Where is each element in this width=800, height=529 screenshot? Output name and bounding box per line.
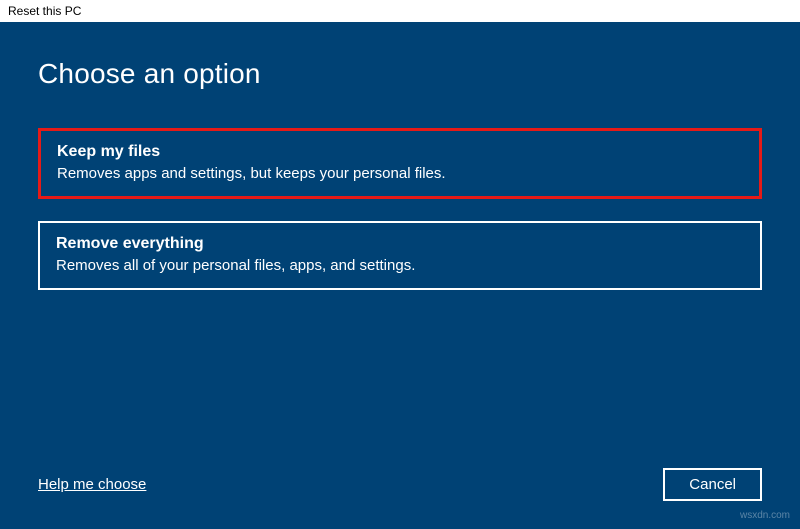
option-remove-description: Removes all of your personal files, apps… bbox=[56, 257, 744, 274]
reset-pc-panel: Choose an option Keep my files Removes a… bbox=[0, 22, 800, 529]
window-title: Reset this PC bbox=[8, 4, 81, 18]
dialog-footer: Help me choose Cancel bbox=[38, 468, 762, 501]
watermark-text: wsxdn.com bbox=[740, 510, 790, 521]
option-keep-description: Removes apps and settings, but keeps you… bbox=[57, 165, 743, 182]
page-title: Choose an option bbox=[38, 58, 762, 90]
cancel-button[interactable]: Cancel bbox=[663, 468, 762, 501]
help-me-choose-link[interactable]: Help me choose bbox=[38, 476, 146, 493]
option-remove-title: Remove everything bbox=[56, 235, 744, 253]
option-remove-everything[interactable]: Remove everything Removes all of your pe… bbox=[38, 221, 762, 290]
option-keep-my-files[interactable]: Keep my files Removes apps and settings,… bbox=[38, 128, 762, 199]
option-keep-title: Keep my files bbox=[57, 143, 743, 161]
window-titlebar: Reset this PC bbox=[0, 0, 800, 22]
